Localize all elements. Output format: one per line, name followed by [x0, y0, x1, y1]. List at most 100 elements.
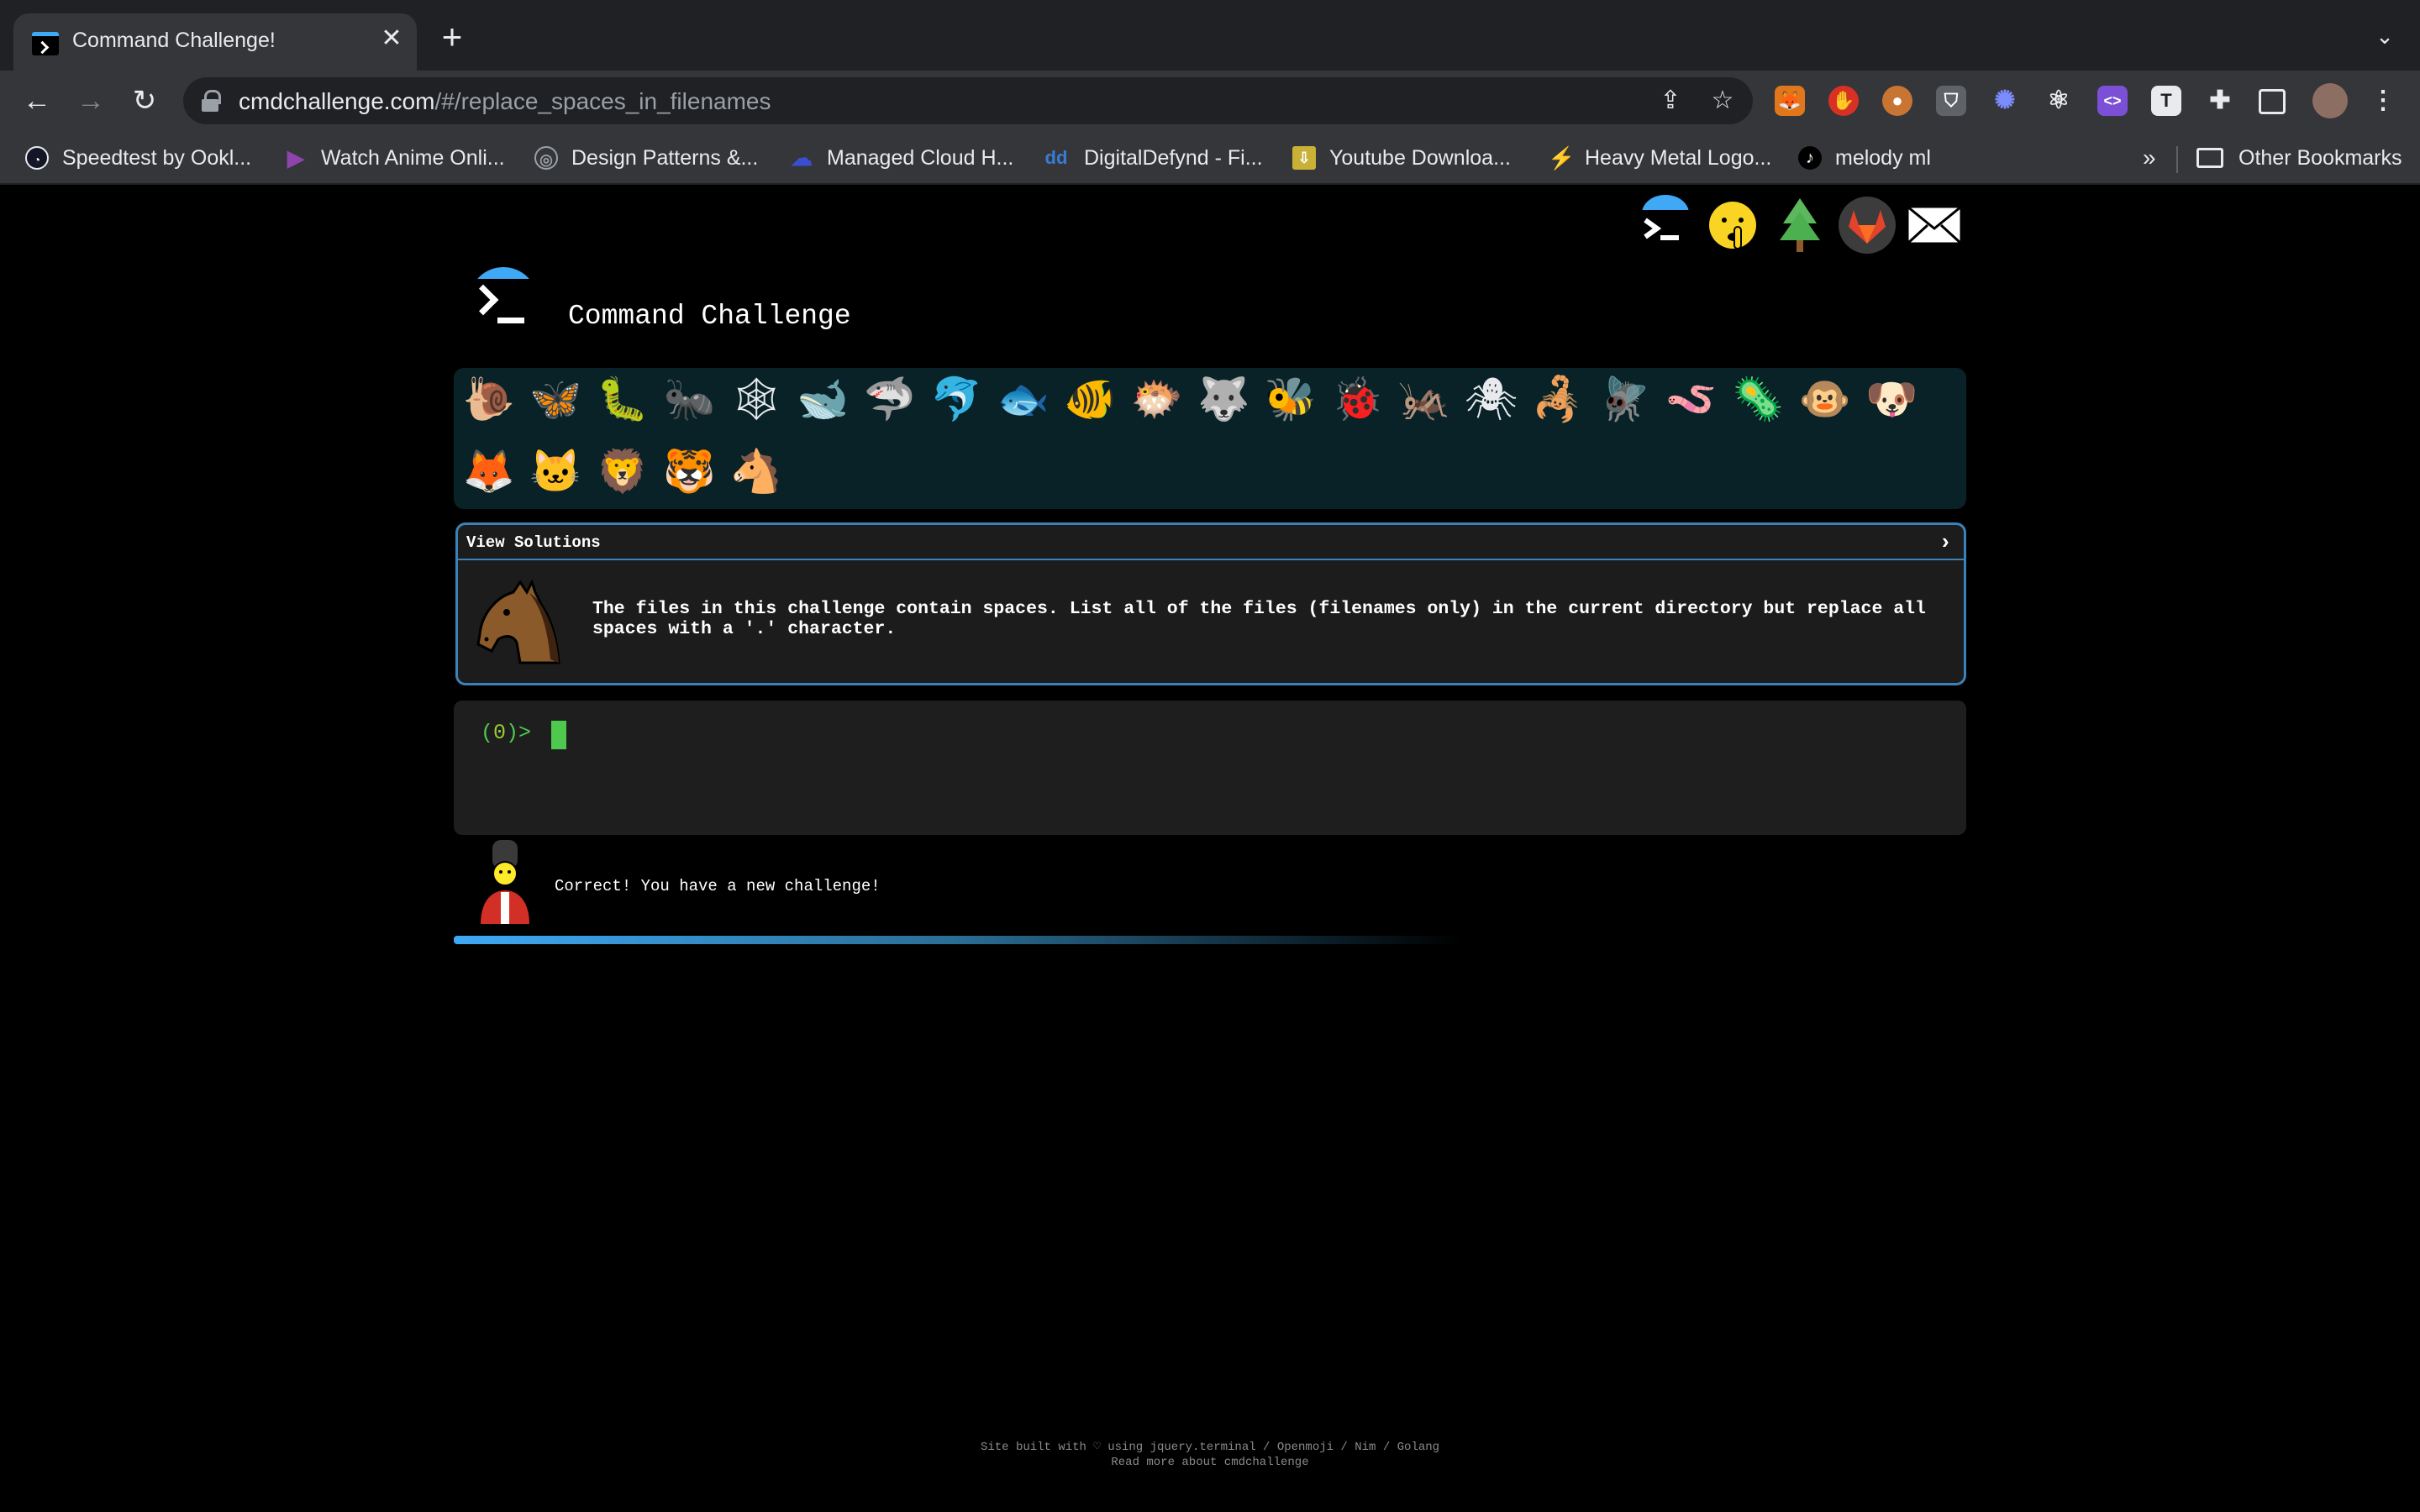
address-bar[interactable]: cmdchallenge.com/#/replace_spaces_in_fil…	[183, 77, 1753, 124]
url-text[interactable]: cmdchallenge.com/#/replace_spaces_in_fil…	[239, 88, 771, 115]
lock-icon	[202, 90, 221, 112]
challenge-animal-icon[interactable]: 🐡	[1128, 375, 1186, 432]
bookmarks-bar: ◔ Speedtest by Ookl... ▶ Watch Anime Onl…	[0, 131, 2420, 185]
terminal[interactable]: (0)>	[454, 701, 1966, 835]
challenge-animal-icon[interactable]: 🐴	[728, 447, 785, 504]
challenge-animal-icon[interactable]: 🐛	[594, 375, 651, 432]
bookmark-label: Heavy Metal Logo...	[1585, 145, 1772, 170]
bookmark-digitaldefynd[interactable]: dd DigitalDefynd - Fi...	[1042, 143, 1263, 173]
new-tab-button[interactable]: +	[435, 19, 469, 55]
reload-icon[interactable]: ↻	[126, 82, 163, 119]
challenge-animal-icon[interactable]: 🐝	[1262, 375, 1319, 432]
tab-title: Command Challenge!	[72, 29, 276, 52]
bookmark-label: melody ml	[1835, 145, 1931, 170]
site-title: Command Challenge	[568, 301, 851, 332]
challenge-animal-icon[interactable]: 🦈	[861, 375, 918, 432]
challenge-animal-icon[interactable]: 🐯	[661, 447, 718, 504]
toggl-extension-icon[interactable]: T	[2151, 86, 2181, 116]
challenge-animal-icon[interactable]: 🪱	[1663, 375, 1720, 432]
bookmark-label: Design Patterns &...	[571, 145, 759, 170]
adblock-extension-icon[interactable]: ✋	[1828, 86, 1859, 116]
challenge-animal-icon[interactable]: 🐌	[460, 375, 518, 432]
bookmark-managed-cloud[interactable]: ☁ Managed Cloud H...	[790, 143, 1013, 173]
challenge-animal-icon[interactable]: 🦗	[1396, 375, 1453, 432]
bookmark-melody-ml[interactable]: ♪ melody ml	[1798, 143, 1931, 173]
view-solutions-header[interactable]: View Solutions ›	[458, 525, 1964, 560]
chevron-right-icon[interactable]: ›	[1939, 530, 1952, 555]
bookmark-star-icon[interactable]: ☆	[1707, 86, 1738, 116]
cloud-icon: ☁	[791, 145, 813, 171]
globe-icon: ◎	[534, 146, 558, 170]
challenge-animal-icon[interactable]: 🐺	[1196, 375, 1253, 432]
other-bookmarks-label: Other Bookmarks	[2238, 145, 2402, 170]
challenge-animal-icon[interactable]: 🦋	[528, 375, 585, 432]
challenge-description: The files in this challenge contain spac…	[592, 599, 1926, 639]
challenge-animal-icon[interactable]: 🐶	[1864, 375, 1921, 432]
challenge-animal-icon[interactable]: 🐋	[795, 375, 852, 432]
challenge-animal-icon[interactable]: 🕸	[728, 375, 785, 432]
side-panel-icon[interactable]	[2259, 89, 2286, 114]
bookmark-label: DigitalDefynd - Fi...	[1084, 145, 1263, 170]
bookmark-label: Youtube Downloa...	[1329, 145, 1511, 170]
bookmarks-overflow-chevron-icon[interactable]: »	[2143, 144, 2156, 171]
challenge-animal-icon[interactable]: 🪰	[1597, 375, 1654, 432]
bookmark-anime[interactable]: ▶ Watch Anime Onli...	[284, 143, 505, 173]
challenge-animal-icon[interactable]: 🐟	[995, 375, 1052, 432]
view-solutions-label: View Solutions	[466, 533, 601, 552]
guard-emoji-icon	[481, 840, 529, 924]
challenge-animal-icon[interactable]: 🐜	[661, 375, 718, 432]
other-bookmarks-folder[interactable]: Other Bookmarks	[2196, 143, 2402, 173]
challenge-animal-grid: 🐌 🦋 🐛 🐜 🕸 🐋 🦈 🐬 🐟 🐠 🐡 🐺 🐝 🐞 🦗 🕷 🦂 🪰 🪱 🦠 🐵 🐶 🦊 🐱 🦁 🐯 🐴	[454, 368, 1966, 509]
metamask-extension-icon[interactable]: 🦊	[1775, 86, 1805, 116]
tab-search-chevron-icon[interactable]: ⌄	[2370, 24, 2400, 54]
envelope-icon[interactable]	[1902, 193, 1966, 257]
bookmark-heavy-metal-logo[interactable]: ⚡ Heavy Metal Logo...	[1548, 143, 1771, 173]
footer-credits: Site built with ♡ using jquery.terminal …	[980, 1441, 1440, 1454]
code-extension-icon[interactable]: <>	[2097, 86, 2128, 116]
dd-icon: dd	[1044, 147, 1068, 168]
react-devtools-extension-icon[interactable]: ⚛	[2044, 86, 2074, 116]
gitlab-icon[interactable]	[1835, 193, 1899, 257]
browser-tab-active[interactable]: Command Challenge! ✕	[13, 13, 417, 71]
cmdchallenge-logo-icon[interactable]	[1634, 193, 1697, 257]
cookie-extension-icon[interactable]: ●	[1882, 86, 1912, 116]
shield-extension-icon[interactable]: ⛉	[1936, 86, 1966, 116]
footer-about-link[interactable]: Read more about cmdchallenge	[0, 1455, 2420, 1470]
back-arrow-icon[interactable]: ←	[18, 82, 55, 119]
challenge-animal-icon[interactable]: 🦠	[1730, 375, 1787, 432]
extensions-puzzle-icon[interactable]: ✚	[2205, 86, 2235, 116]
tree-icon[interactable]	[1768, 193, 1832, 257]
terminal-cursor[interactable]	[551, 721, 566, 749]
challenge-panel: View Solutions › The files in this chall…	[455, 522, 1966, 685]
bookmark-label: Speedtest by Ookl...	[62, 145, 252, 170]
challenge-animal-icon[interactable]: 🐠	[1062, 375, 1119, 432]
menu-kebab-icon[interactable]: ⋮	[2368, 86, 2398, 116]
challenge-animal-icon[interactable]: 🕷	[1463, 375, 1520, 432]
site-footer: Site built with ♡ using jquery.terminal …	[0, 1440, 2420, 1470]
horse-head-icon	[476, 579, 560, 664]
challenge-animal-icon[interactable]: 🐱	[528, 447, 585, 504]
bookmark-label: Managed Cloud H...	[827, 145, 1014, 170]
share-icon[interactable]: ⇪	[1655, 86, 1686, 116]
bookmark-design-patterns[interactable]: ◎ Design Patterns &...	[534, 143, 758, 173]
site-logo-icon[interactable]	[466, 267, 541, 343]
profile-avatar[interactable]	[2312, 83, 2348, 118]
bookmark-speedtest[interactable]: ◔ Speedtest by Ookl...	[25, 143, 251, 173]
browser-toolbar: ← → ↻ cmdchallenge.com/#/replace_spaces_…	[0, 71, 2420, 131]
bookmarks-separator	[2176, 146, 2178, 173]
challenge-animal-icon[interactable]: 🦁	[594, 447, 651, 504]
challenge-animal-icon[interactable]: 🐵	[1797, 375, 1854, 432]
forward-arrow-icon[interactable]: →	[72, 82, 109, 119]
challenge-animal-icon[interactable]: 🐞	[1329, 375, 1386, 432]
bookmark-youtube-downloader[interactable]: ⇩ Youtube Downloa...	[1292, 143, 1511, 173]
download-icon: ⇩	[1292, 146, 1316, 170]
challenge-animal-icon[interactable]: 🦊	[460, 447, 518, 504]
browser-tabstrip: Command Challenge! ✕ + ⌄	[0, 0, 2420, 71]
shushing-face-icon[interactable]	[1701, 193, 1765, 257]
music-note-icon: ♪	[1798, 146, 1822, 170]
result-message: Correct! You have a new challenge!	[555, 877, 881, 895]
challenge-animal-icon[interactable]: 🦂	[1529, 375, 1586, 432]
close-tab-icon[interactable]: ✕	[376, 24, 407, 54]
sparkle-extension-icon[interactable]: ✺	[1990, 86, 2020, 116]
challenge-animal-icon[interactable]: 🐬	[929, 375, 986, 432]
